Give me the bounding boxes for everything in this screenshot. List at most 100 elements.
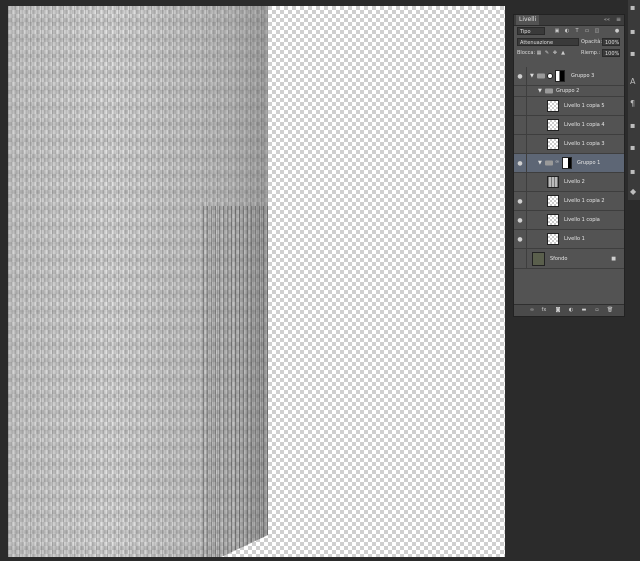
visibility-eye-icon[interactable]: ● (514, 230, 527, 248)
layer-name: Livello 1 (564, 236, 585, 242)
blend-row: Attenuazione Opacità: 100% (514, 37, 624, 48)
layer-name: Livello 1 copia 3 (564, 141, 605, 147)
visibility-empty-icon[interactable] (514, 249, 527, 268)
panel-footer: ∞ fx ◙ ◐ ▬ ▫ 🗑 (514, 304, 624, 316)
layer-row-livello-1-copia-2[interactable]: ● Livello 1 copia 2 (514, 192, 624, 211)
tool-icon[interactable]: ▪ (630, 50, 638, 58)
filter-text-icon[interactable]: T (574, 28, 580, 34)
layer-thumbnail (547, 138, 559, 150)
3d-tool-icon[interactable]: ◆ (630, 188, 638, 196)
blend-mode-select[interactable]: Attenuazione (517, 38, 579, 46)
layer-thumbnail (547, 176, 559, 188)
right-tool-strip: ▪ ▪ ▪ A ¶ ▪ ▪ ▪ ◆ (628, 0, 640, 200)
layer-row-livello-1[interactable]: ● Livello 1 (514, 230, 624, 249)
layer-name: Livello 1 copia 2 (564, 198, 605, 204)
folder-icon (545, 88, 553, 94)
filter-pixel-icon[interactable]: ▣ (554, 28, 560, 34)
layer-thumbnail (547, 214, 559, 226)
filter-type-select[interactable]: Tipo (517, 27, 545, 35)
opacity-value: 100% (605, 40, 620, 46)
layer-name: Gruppo 2 (556, 88, 580, 94)
layer-row-livello-1-copia-4[interactable]: Livello 1 copia 4 (514, 116, 624, 135)
opacity-label: Opacità: (581, 39, 603, 45)
fill-label: Riemp.: (581, 50, 601, 56)
link-layers-icon[interactable]: ∞ (528, 307, 536, 314)
tool-icon[interactable]: ▪ (630, 4, 638, 12)
filter-adjust-icon[interactable]: ◐ (564, 28, 570, 34)
lock-position-icon[interactable]: ✥ (552, 50, 558, 56)
layers-list: ● ▼ Gruppo 3 ▼ Gruppo 2 Livello 1 copia … (514, 67, 624, 269)
tab-layers[interactable]: Livelli (516, 15, 540, 25)
fx-style-icon[interactable]: fx (540, 307, 548, 314)
filter-shape-icon[interactable]: ▭ (584, 28, 590, 34)
adjustment-layer-icon[interactable]: ◐ (567, 307, 575, 314)
visibility-empty-icon[interactable] (514, 135, 527, 153)
fill-value: 100% (605, 51, 620, 57)
tool-icon[interactable]: ▪ (630, 144, 638, 152)
visibility-eye-icon[interactable]: ● (514, 211, 527, 229)
layers-panel: Livelli «« ≡ Tipo ▣ ◐ T ▭ ◫ ● Attenuazio… (513, 14, 625, 317)
tool-icon[interactable]: ¶ (630, 100, 638, 108)
add-mask-icon[interactable]: ◙ (554, 307, 562, 314)
layer-row-livello-2[interactable]: Livello 2 (514, 173, 624, 192)
link-chain-icon: ∞ (555, 159, 560, 165)
visibility-eye-icon[interactable]: ● (514, 67, 527, 85)
visibility-empty-icon[interactable] (514, 173, 527, 191)
layer-row-livello-1-copia-3[interactable]: Livello 1 copia 3 (514, 135, 624, 154)
lock-transparency-icon[interactable]: ▦ (536, 50, 542, 56)
text-tool-icon[interactable]: A (630, 78, 638, 86)
layer-thumbnail (547, 195, 559, 207)
layer-row-livello-1-copia[interactable]: ● Livello 1 copia (514, 211, 624, 230)
folder-icon (545, 160, 553, 166)
layer-name: Livello 1 copia 4 (564, 122, 605, 128)
collapse-panel-icon[interactable]: «« (604, 15, 610, 25)
expand-arrow-icon[interactable]: ▼ (538, 88, 542, 94)
layer-thumbnail (532, 252, 545, 266)
layer-thumbnail (547, 233, 559, 245)
folder-icon (537, 73, 545, 79)
document-canvas[interactable] (8, 6, 505, 557)
layer-thumbnail (547, 119, 559, 131)
filter-toggle-icon[interactable]: ● (614, 28, 620, 34)
filter-smart-icon[interactable]: ◫ (594, 28, 600, 34)
layer-name: Livello 1 copia 5 (564, 103, 605, 109)
new-layer-icon[interactable]: ▫ (593, 307, 601, 314)
blend-mode-value: Attenuazione (520, 40, 554, 46)
layer-row-gruppo-3[interactable]: ● ▼ Gruppo 3 (514, 67, 624, 86)
visibility-eye-icon[interactable]: ● (514, 192, 527, 210)
visibility-empty-icon[interactable] (514, 97, 527, 115)
mask-indicator-icon (547, 73, 553, 79)
visibility-empty-icon[interactable] (514, 116, 527, 134)
grunge-texture-image (8, 6, 268, 557)
opacity-input[interactable]: 100% (602, 38, 620, 46)
layer-name: Sfondo (550, 255, 568, 262)
layer-mask-thumbnail[interactable] (555, 70, 565, 82)
filter-type-label: Tipo (520, 29, 531, 35)
layer-row-livello-1-copia-5[interactable]: Livello 1 copia 5 (514, 97, 624, 116)
lock-pixels-icon[interactable]: ✎ (544, 50, 550, 56)
tool-icon[interactable]: ▪ (630, 168, 638, 176)
expand-arrow-icon[interactable]: ▼ (530, 73, 534, 79)
lock-label: Blocca: (517, 50, 536, 56)
panel-menu-icon[interactable]: ≡ (616, 15, 621, 25)
visibility-eye-icon[interactable]: ● (514, 154, 527, 172)
layer-name: Gruppo 1 (577, 160, 601, 166)
expand-arrow-icon[interactable]: ▼ (538, 160, 542, 166)
visibility-empty-icon[interactable] (514, 86, 527, 96)
layer-thumbnail (547, 100, 559, 112)
lock-all-icon[interactable]: ▲ (560, 50, 566, 56)
tool-icon[interactable]: ▪ (630, 122, 638, 130)
lock-icon: ■ (611, 255, 616, 262)
layer-row-gruppo-2[interactable]: ▼ Gruppo 2 (514, 86, 624, 97)
layer-name: Livello 1 copia (564, 217, 600, 223)
layer-row-gruppo-1[interactable]: ● ▼ ∞ Gruppo 1 (514, 154, 624, 173)
tool-icon[interactable]: ▪ (630, 28, 638, 36)
new-group-icon[interactable]: ▬ (580, 307, 588, 314)
layer-name: Gruppo 3 (571, 73, 595, 79)
layer-mask-thumbnail[interactable] (562, 157, 572, 169)
fill-input[interactable]: 100% (602, 49, 620, 57)
delete-layer-icon[interactable]: 🗑 (606, 307, 614, 314)
lock-row: Blocca: ▦ ✎ ✥ ▲ Riemp.: 100% (514, 48, 624, 59)
layer-name: Livello 2 (564, 179, 585, 185)
layer-row-sfondo[interactable]: Sfondo ■ (514, 249, 624, 269)
